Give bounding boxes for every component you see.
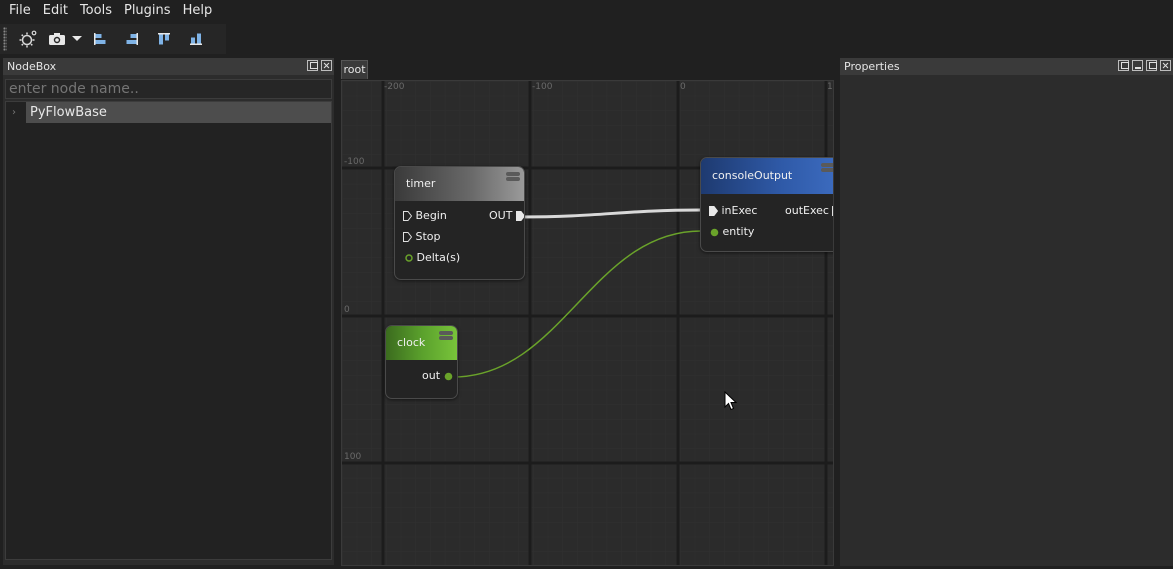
properties-title: Properties — [844, 60, 900, 73]
settings-icon — [19, 30, 37, 48]
align-right-icon — [126, 33, 138, 45]
align-top-icon — [158, 33, 170, 45]
exec-pin-icon — [832, 206, 833, 216]
align-left-button[interactable] — [84, 25, 116, 53]
float-icon[interactable] — [1146, 60, 1157, 71]
node-menu-icon[interactable] — [821, 163, 833, 173]
menu-plugins[interactable]: Plugins — [118, 0, 177, 22]
exec-pin-icon — [515, 211, 524, 221]
node-tree: › PyFlowBase — [5, 101, 332, 560]
node-timer-header[interactable]: timer — [395, 167, 524, 201]
properties-title-bar: Properties — [840, 58, 1173, 75]
node-menu-icon[interactable] — [506, 172, 520, 182]
align-bottom-button[interactable] — [180, 25, 212, 53]
close-icon[interactable] — [321, 60, 332, 71]
align-bottom-icon — [190, 33, 202, 45]
wires — [452, 208, 702, 378]
properties-panel: Properties — [840, 58, 1173, 566]
data-pin-icon — [405, 254, 413, 262]
align-right-button[interactable] — [116, 25, 148, 53]
menu-tools[interactable]: Tools — [74, 0, 118, 22]
node-clock-title: clock — [397, 336, 426, 349]
properties-body — [840, 75, 1173, 566]
pin-outexec[interactable]: outExec — [785, 204, 833, 217]
data-pin-icon — [710, 228, 719, 236]
pin-delta[interactable]: Delta(s) — [405, 251, 460, 264]
exec-pin-icon — [709, 206, 719, 216]
menu-help[interactable]: Help — [177, 0, 219, 22]
menu-edit[interactable]: Edit — [37, 0, 74, 22]
exec-pin-icon — [403, 211, 413, 221]
dropdown-arrow-icon — [72, 36, 82, 41]
nodebox-panel: NodeBox › PyFlowBase — [3, 58, 334, 565]
data-pin-icon — [444, 372, 452, 380]
node-consoleoutput-header[interactable]: consoleOutput — [701, 158, 833, 194]
graph-canvas[interactable]: -200 -100 0 10 -100 0 100 timer Begin St… — [341, 80, 834, 566]
node-menu-icon[interactable] — [439, 331, 453, 341]
menu-file[interactable]: File — [3, 0, 37, 22]
tab-root[interactable]: root — [341, 60, 368, 79]
nodebox-title-bar: NodeBox — [3, 58, 334, 75]
node-clock[interactable]: clock out — [385, 325, 458, 399]
node-consoleoutput-title: consoleOutput — [712, 169, 793, 182]
toolbar-grip[interactable] — [3, 27, 7, 51]
minimize-icon[interactable] — [1132, 60, 1143, 71]
nodebox-title: NodeBox — [7, 60, 57, 73]
screenshot-icon — [49, 33, 65, 45]
mouse-cursor-icon — [724, 391, 737, 411]
pin-out[interactable]: OUT — [489, 209, 524, 222]
expand-arrow-icon[interactable]: › — [12, 107, 16, 118]
node-timer-title: timer — [406, 177, 436, 190]
float-icon[interactable] — [307, 60, 318, 71]
pin-begin[interactable]: Begin — [403, 209, 447, 222]
node-search-input[interactable] — [5, 79, 332, 99]
pin-clock-out[interactable]: out — [422, 369, 453, 382]
node-clock-header[interactable]: clock — [386, 326, 457, 360]
settings-button[interactable] — [12, 25, 44, 53]
screenshot-button[interactable] — [44, 25, 70, 53]
exec-pin-icon — [403, 232, 413, 242]
tree-item-pyflowbase[interactable]: PyFlowBase — [26, 102, 331, 123]
node-consoleoutput[interactable]: consoleOutput inExec entity outExec — [700, 157, 833, 252]
align-left-icon — [94, 33, 106, 45]
menu-bar: File Edit Tools Plugins Help — [0, 0, 1173, 22]
close-icon[interactable] — [1160, 60, 1171, 71]
restore-icon[interactable] — [1118, 60, 1129, 71]
node-timer[interactable]: timer Begin Stop Delta(s) OUT — [394, 166, 525, 280]
toolbar — [0, 22, 1173, 56]
pin-inexec[interactable]: inExec — [709, 204, 757, 217]
align-top-button[interactable] — [148, 25, 180, 53]
screenshot-dropdown-button[interactable] — [70, 25, 84, 53]
pin-stop[interactable]: Stop — [403, 230, 441, 243]
exec-wire[interactable] — [518, 208, 702, 219]
pin-entity[interactable]: entity — [710, 225, 754, 238]
